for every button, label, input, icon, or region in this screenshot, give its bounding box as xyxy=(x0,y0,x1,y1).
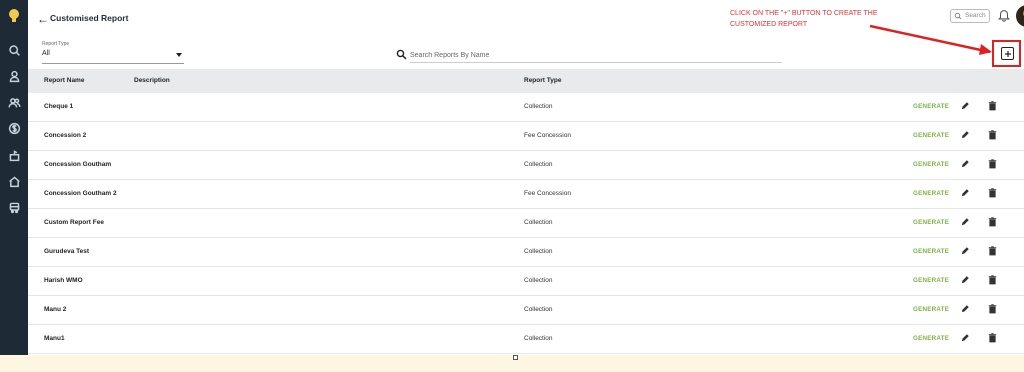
edit-icon[interactable] xyxy=(960,246,970,256)
generate-button[interactable]: GENERATE xyxy=(913,219,949,226)
table-row: Cheque 1 Collection GENERATE xyxy=(28,93,1024,122)
table-row: Custom Report Fee Collection GENERATE xyxy=(28,209,1024,238)
delete-icon[interactable] xyxy=(988,246,997,256)
table-row: Concession Goutham Collection GENERATE xyxy=(28,151,1024,180)
delete-icon[interactable] xyxy=(988,159,997,169)
generate-button[interactable]: GENERATE xyxy=(913,103,949,110)
add-button-highlight xyxy=(992,40,1021,67)
header-search-input[interactable]: Search xyxy=(950,9,990,23)
report-name: Manu 2 xyxy=(44,306,67,313)
report-type: Collection xyxy=(524,277,553,284)
edit-icon[interactable] xyxy=(960,275,970,285)
delete-icon[interactable] xyxy=(988,101,997,111)
sidebar-search-icon[interactable] xyxy=(4,40,24,60)
column-header-description: Description xyxy=(134,77,170,84)
search-icon xyxy=(954,12,962,20)
edit-icon[interactable] xyxy=(960,159,970,169)
report-name: Custom Report Fee xyxy=(44,219,104,226)
report-name: Concession 2 xyxy=(44,132,87,139)
search-reports-input[interactable] xyxy=(410,48,782,63)
generate-button[interactable]: GENERATE xyxy=(913,248,949,255)
report-name: Concession Goutham xyxy=(44,161,112,168)
report-name: Harish WMO xyxy=(44,277,83,284)
edit-icon[interactable] xyxy=(960,217,970,227)
report-type: Collection xyxy=(524,161,553,168)
caret-down-icon xyxy=(176,53,182,57)
generate-button[interactable]: GENERATE xyxy=(913,306,949,313)
logo-icon[interactable] xyxy=(6,8,22,24)
table-row: Concession 2 Fee Concession GENERATE xyxy=(28,122,1024,151)
report-type-label: Report Type xyxy=(42,41,70,47)
generate-button[interactable]: GENERATE xyxy=(913,335,949,342)
report-type-select[interactable]: All xyxy=(42,50,184,64)
back-arrow-icon[interactable]: ← xyxy=(37,12,49,26)
edit-icon[interactable] xyxy=(960,130,970,140)
edit-icon[interactable] xyxy=(960,101,970,111)
report-type: Collection xyxy=(524,103,553,110)
report-name: Manu1 xyxy=(44,335,65,342)
report-type: Collection xyxy=(524,219,553,226)
report-type: Fee Concession xyxy=(524,132,571,139)
table-header: Report Name Description Report Type xyxy=(28,69,1024,93)
generate-button[interactable]: GENERATE xyxy=(913,190,949,197)
annotation-line-1: CLICK ON THE "+" BUTTON TO CREATE THE xyxy=(730,10,878,17)
report-name: Cheque 1 xyxy=(44,103,74,110)
annotation-line-2: CUSTOMIZED REPORT xyxy=(730,21,808,28)
delete-icon[interactable] xyxy=(988,275,997,285)
instruction-annotation: CLICK ON THE "+" BUTTON TO CREATE THE CU… xyxy=(730,8,930,30)
report-type-value: All xyxy=(42,50,50,57)
sidebar-dollar-icon[interactable] xyxy=(4,118,24,138)
header-search-placeholder: Search xyxy=(965,12,986,19)
sidebar-home-icon[interactable] xyxy=(4,171,24,191)
table-row: Harish WMO Collection GENERATE xyxy=(28,267,1024,296)
sidebar-user-icon[interactable] xyxy=(4,66,24,86)
report-type: Collection xyxy=(524,306,553,313)
delete-icon[interactable] xyxy=(988,304,997,314)
table-row: Manu1 Collection GENERATE xyxy=(28,325,1024,354)
bell-icon[interactable] xyxy=(997,8,1011,22)
table-row: Gurudeva Test Collection GENERATE xyxy=(28,238,1024,267)
sidebar-fee-structure-icon[interactable] xyxy=(4,145,24,165)
sidebar xyxy=(0,0,28,372)
column-header-name: Report Name xyxy=(44,77,85,84)
table-row: Manu 2 Collection GENERATE xyxy=(28,296,1024,325)
bottom-bar xyxy=(0,355,1024,372)
sidebar-users-icon[interactable] xyxy=(4,92,24,112)
report-list: Cheque 1 Collection GENERATE Concession … xyxy=(28,93,1024,354)
generate-button[interactable]: GENERATE xyxy=(913,161,949,168)
table-row: Concession Goutham 2 Fee Concession GENE… xyxy=(28,180,1024,209)
edit-icon[interactable] xyxy=(960,188,970,198)
edit-icon[interactable] xyxy=(960,304,970,314)
edit-icon[interactable] xyxy=(960,333,970,343)
search-icon xyxy=(396,49,407,60)
page-title: Customised Report xyxy=(50,13,129,23)
report-type: Collection xyxy=(524,248,553,255)
delete-icon[interactable] xyxy=(988,333,997,343)
delete-icon[interactable] xyxy=(988,188,997,198)
generate-button[interactable]: GENERATE xyxy=(913,132,949,139)
report-name: Concession Goutham 2 xyxy=(44,190,117,197)
report-type: Fee Concession xyxy=(524,190,571,197)
resize-handle[interactable] xyxy=(513,355,518,360)
delete-icon[interactable] xyxy=(988,130,997,140)
column-header-type: Report Type xyxy=(524,77,562,84)
user-avatar[interactable] xyxy=(1016,5,1024,27)
report-name: Gurudeva Test xyxy=(44,248,90,255)
delete-icon[interactable] xyxy=(988,217,997,227)
generate-button[interactable]: GENERATE xyxy=(913,277,949,284)
sidebar-transport-icon[interactable] xyxy=(4,197,24,217)
report-type: Collection xyxy=(524,335,553,342)
